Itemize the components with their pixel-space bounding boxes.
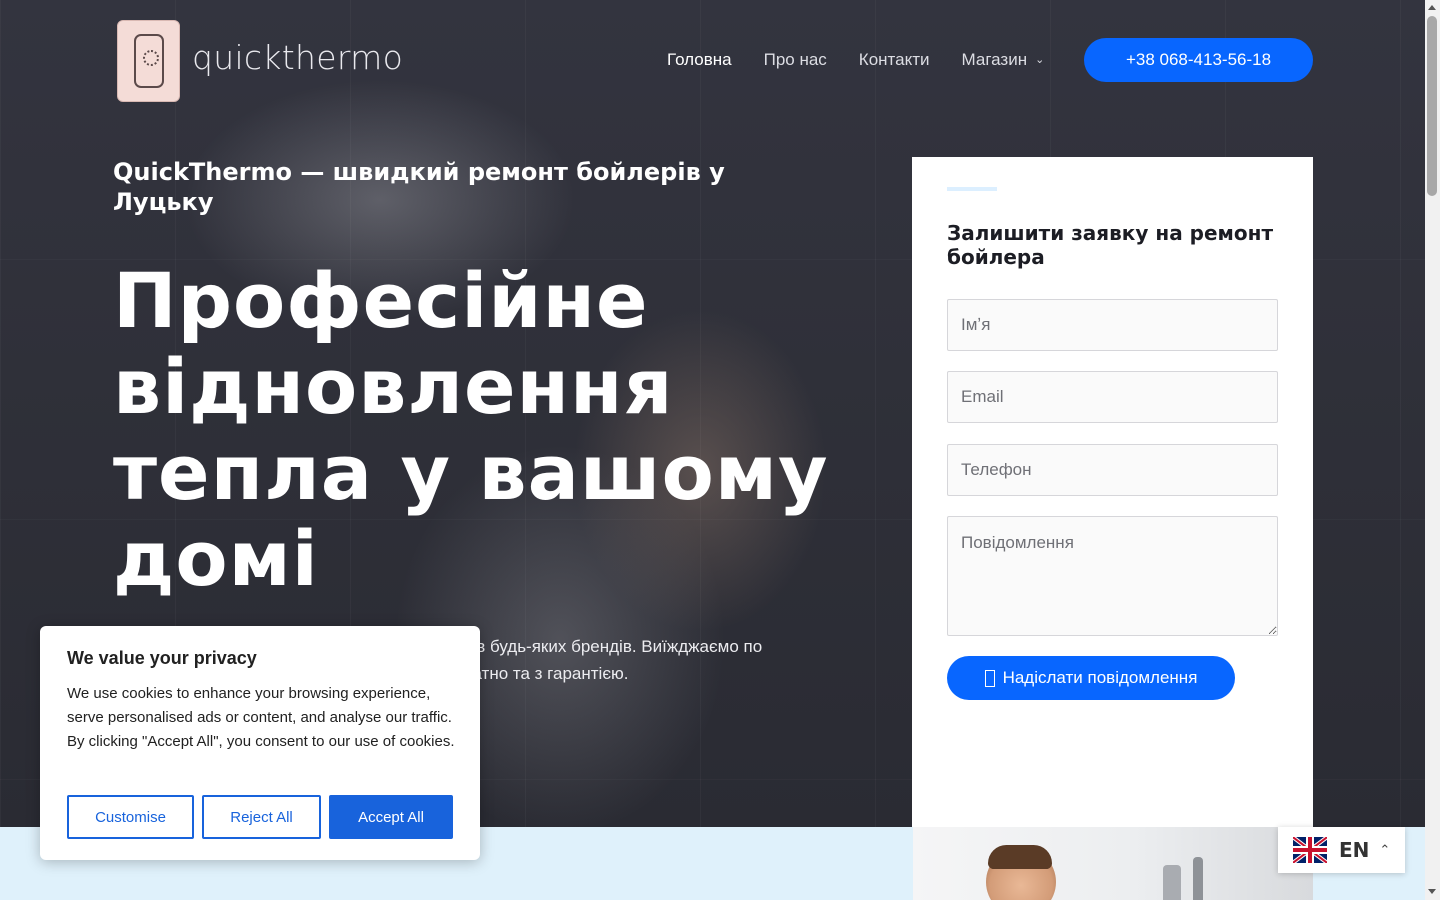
scrollbar[interactable] [1425,0,1440,900]
cookie-text: We use cookies to enhance your browsing … [67,685,455,750]
language-code: EN [1339,838,1370,862]
nav-item-home[interactable]: Головна [667,50,732,70]
cookie-consent-banner: We value your privacy We use cookies to … [40,626,480,860]
nav-item-about[interactable]: Про нас [764,50,827,70]
name-field[interactable] [947,299,1278,351]
logo-icon[interactable] [117,20,180,102]
submit-button-label: Надіслати повідомлення [1002,668,1198,687]
form-title: Залишити заявку на ремонт бойлера [947,221,1274,269]
scroll-up-arrow[interactable] [1428,5,1436,10]
cookie-title: We value your privacy [67,648,257,668]
scrollbar-thumb[interactable] [1427,16,1437,196]
uk-flag-icon [1293,837,1327,863]
nav-item-shop-label: Магазин [961,50,1028,69]
nav-item-contacts[interactable]: Контакти [859,50,930,70]
chevron-down-icon: ⌄ [1035,54,1045,66]
technician-image [913,827,1313,900]
language-switcher[interactable]: EN ⌃ [1278,827,1405,873]
logo-text[interactable]: quickthermo [192,38,403,77]
phone-field[interactable] [947,444,1278,496]
hero-headline: Професійне відновлення тепла у вашому до… [113,256,829,603]
customise-button[interactable]: Customise [67,795,194,839]
hero-subtitle: QuickThermo — швидкий ремонт бойлерів у … [113,158,725,216]
repair-request-form: Залишити заявку на ремонт бойлера Надісл… [912,157,1313,827]
nav-item-shop[interactable]: Магазин ⌄ [962,50,1045,70]
accept-all-button[interactable]: Accept All [329,795,453,839]
reject-all-button[interactable]: Reject All [202,795,321,839]
message-field[interactable] [947,516,1278,636]
send-icon [984,669,995,687]
email-field[interactable] [947,371,1278,423]
main-nav: Головна Про нас Контакти Магазин ⌄ [667,50,1076,70]
form-accent-line [947,187,997,191]
scroll-down-arrow[interactable] [1428,889,1436,894]
submit-button[interactable]: Надіслати повідомлення [947,656,1235,700]
phone-button[interactable]: +38 068-413-56-18 [1084,38,1313,82]
chevron-up-icon: ⌃ [1379,842,1391,858]
